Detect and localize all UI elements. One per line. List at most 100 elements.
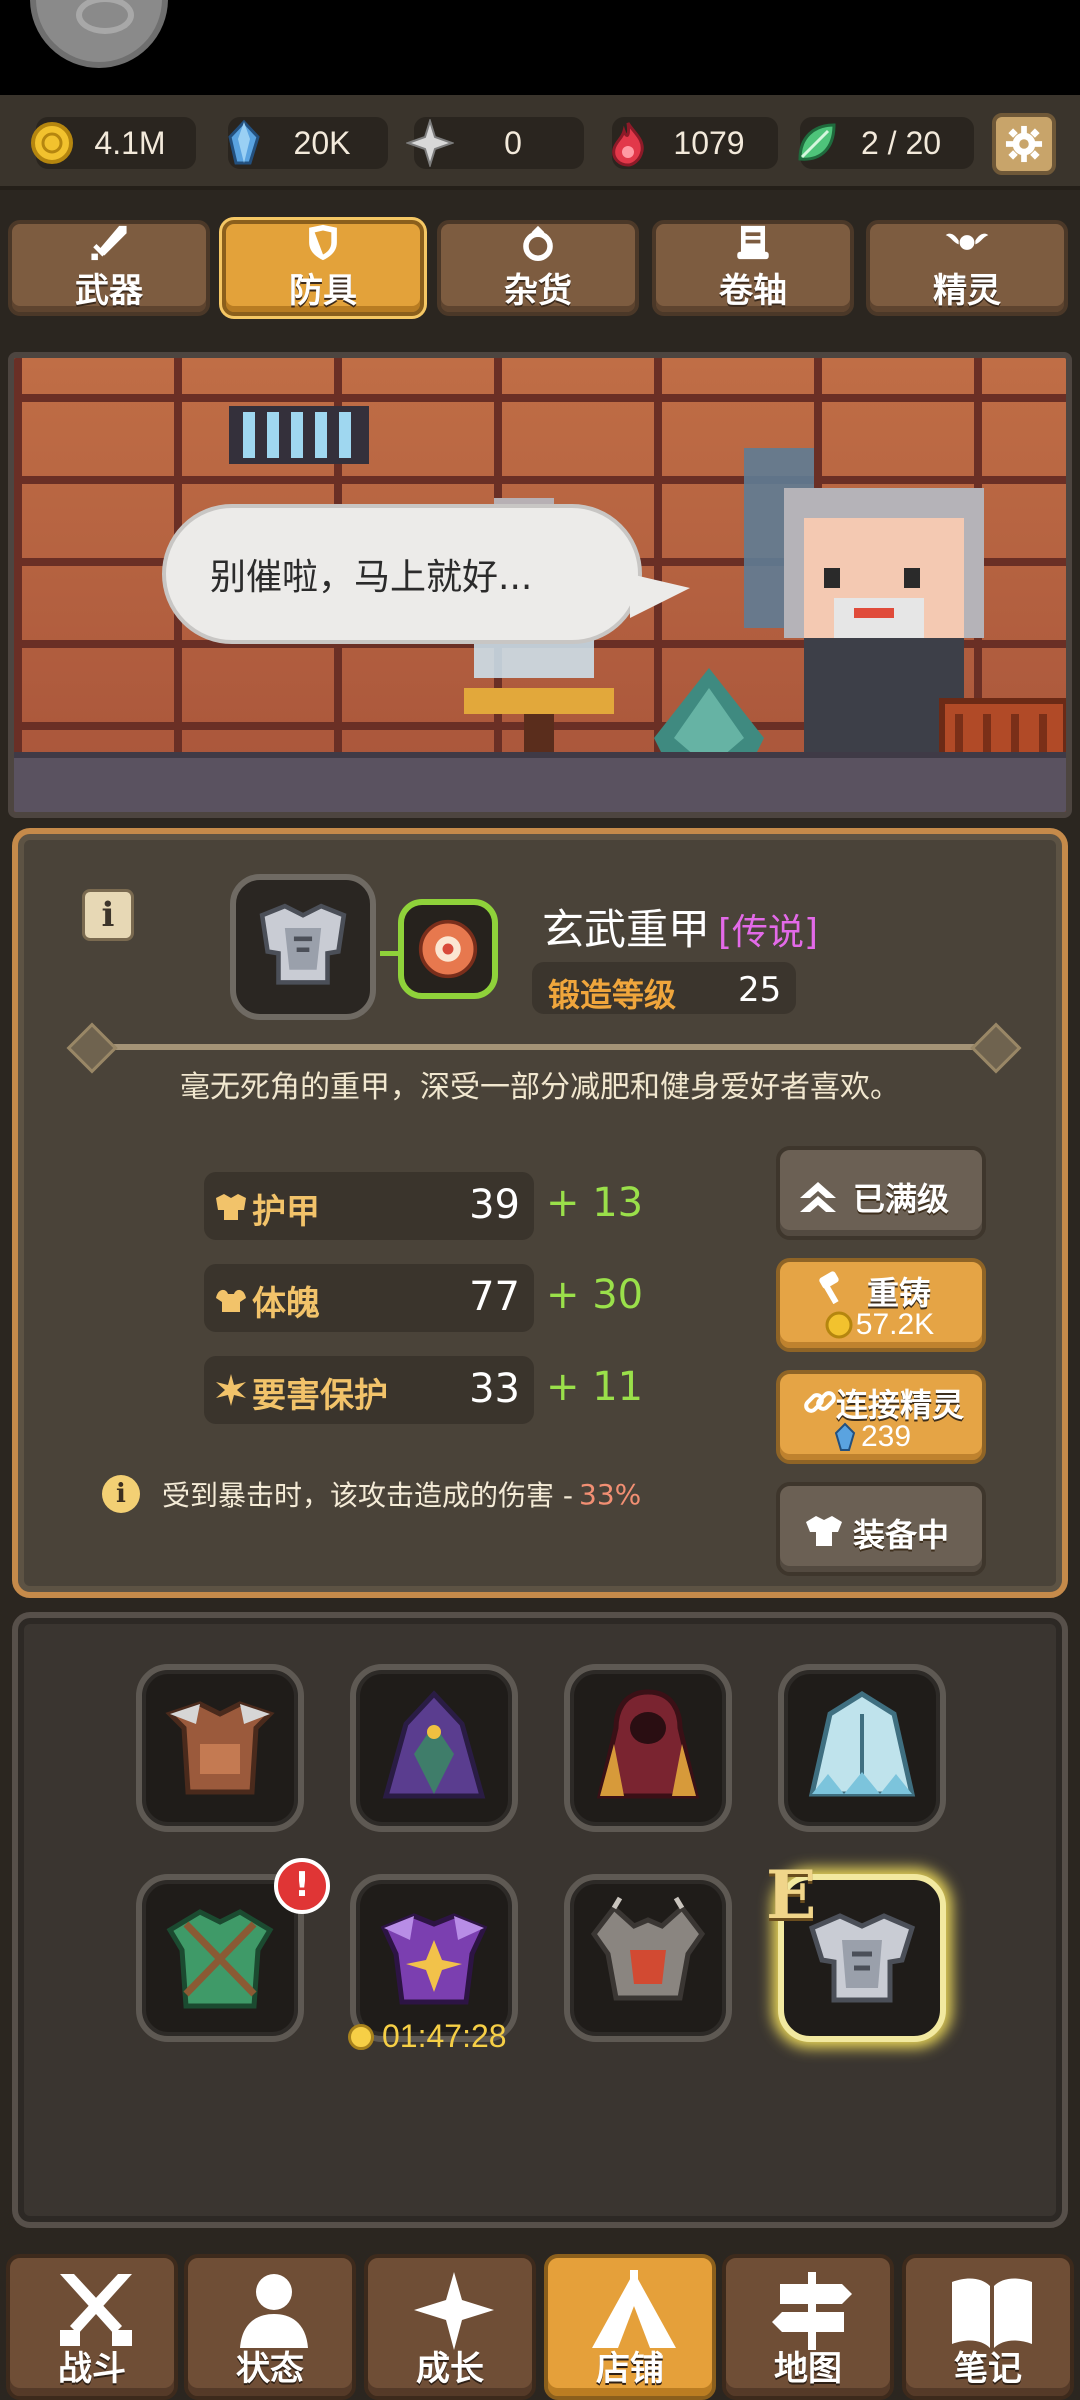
- item-detail-panel: i 玄武重甲 [传说] 锻造等级 25 毫无死角的重甲，深受一部分减肥和健身爱好者…: [12, 828, 1068, 1598]
- inventory-slot[interactable]: [350, 1874, 518, 2042]
- inventory-slot[interactable]: [350, 1664, 518, 1832]
- equipped-marker: E: [766, 1856, 817, 1934]
- nav-battle[interactable]: 战斗: [6, 2254, 178, 2400]
- player-avatar[interactable]: [30, 0, 168, 68]
- book-icon: [952, 2278, 1032, 2348]
- info-circle-icon: i: [102, 1475, 140, 1513]
- tab-scrolls[interactable]: 卷轴: [652, 220, 854, 316]
- crit-reduction-note: i 受到暴击时，该攻击造成的伤害 -33%: [102, 1474, 641, 1514]
- spirit-value: 2 / 20: [860, 124, 942, 161]
- inventory-slot[interactable]: [564, 1874, 732, 2042]
- selected-item-icon[interactable]: [230, 874, 376, 1020]
- ranger-tunic-icon: [166, 1909, 274, 2009]
- stat-base: 39: [469, 1182, 520, 1228]
- stat-name: 护甲: [252, 1192, 320, 1232]
- hooded-cloak-icon: [596, 1689, 700, 1799]
- nav-map[interactable]: 地图: [722, 2254, 894, 2400]
- inventory-slot[interactable]: [136, 1664, 304, 1832]
- max-level-button[interactable]: 已满级: [776, 1146, 986, 1240]
- stat-base: 33: [469, 1366, 520, 1412]
- stopwatch-icon: [348, 2023, 374, 2050]
- crafting-timer: 01:47:28: [348, 2018, 507, 2055]
- person-icon: [240, 2274, 308, 2348]
- linked-spirit-slot[interactable]: [398, 899, 498, 999]
- ring-icon: [523, 225, 553, 261]
- item-title: 玄武重甲 [传说]: [542, 896, 818, 957]
- stat-bonus: + 13: [546, 1180, 644, 1226]
- tab-spirits[interactable]: 精灵: [866, 220, 1068, 316]
- heavy-armor-icon: [259, 903, 347, 985]
- nav-status[interactable]: 状态: [184, 2254, 356, 2400]
- heavy-armor-icon: [808, 1913, 916, 2003]
- gem-counter[interactable]: 20K: [228, 117, 388, 169]
- max-level-label: 已满级: [852, 1180, 949, 1218]
- stat-row-physique: 体魄 77: [204, 1264, 534, 1332]
- tent-icon: [592, 2270, 676, 2348]
- spirit-counter[interactable]: 2 / 20: [798, 117, 974, 169]
- tab-weapons[interactable]: 武器: [8, 220, 210, 316]
- amethyst-breastplate-icon: [380, 1913, 488, 2005]
- stat-row-vital-protection: 要害保护 33: [204, 1356, 534, 1424]
- gold-counter[interactable]: 4.1M: [31, 117, 196, 169]
- new-item-alert-badge: !: [274, 1858, 330, 1914]
- stat-name: 体魄: [252, 1284, 320, 1324]
- nav-shop[interactable]: 店铺: [544, 2254, 716, 2400]
- fire-spirit-icon: [418, 919, 478, 979]
- settings-button[interactable]: [992, 113, 1056, 175]
- tab-label: 防具: [289, 271, 357, 311]
- gold-coin-icon: [31, 122, 73, 164]
- flame-counter[interactable]: 1079: [612, 117, 778, 169]
- flame-value: 1079: [673, 124, 745, 161]
- top-strip: [0, 0, 1080, 95]
- bottom-navigation: 战斗 状态 成长 店铺 地图 笔记: [0, 2240, 1080, 2400]
- tab-goods[interactable]: 杂货: [437, 220, 639, 316]
- burst-stat-icon: [216, 1374, 246, 1406]
- gem-icon: [228, 119, 260, 165]
- star-counter[interactable]: 0: [406, 117, 584, 169]
- tab-label: 武器: [75, 271, 143, 311]
- gear-icon: [1005, 125, 1043, 163]
- gold-coin-icon: [825, 1311, 853, 1339]
- leather-armor-icon: [165, 1701, 275, 1795]
- note-percent: 33%: [579, 1477, 642, 1511]
- tab-armor[interactable]: 防具: [222, 220, 424, 316]
- armor-stat-icon: [216, 1194, 246, 1220]
- reforge-button[interactable]: 重铸 57.2K: [776, 1258, 986, 1352]
- tab-label: 精灵: [933, 271, 1001, 311]
- link-spirit-button[interactable]: 连接精灵 239: [776, 1370, 986, 1464]
- nav-label: 战斗: [58, 2349, 126, 2389]
- gold-value: 4.1M: [94, 124, 166, 161]
- muscle-stat-icon: [216, 1289, 246, 1312]
- inventory-slot[interactable]: [564, 1664, 732, 1832]
- spirit-link-line: [380, 951, 400, 956]
- resource-bar: 4.1M 20K 0 1079 2 / 20: [0, 95, 1080, 190]
- stat-bonus: + 11: [546, 1364, 644, 1410]
- nav-label: 笔记: [954, 2349, 1022, 2389]
- tab-label: 卷轴: [719, 271, 787, 311]
- stat-base: 77: [469, 1274, 520, 1320]
- mage-robe-icon: [382, 1690, 486, 1799]
- item-rarity: [传说]: [718, 912, 819, 953]
- flame-icon: [612, 122, 644, 167]
- equipped-button[interactable]: 装备中: [776, 1482, 986, 1576]
- sparkle-icon: [414, 2272, 494, 2350]
- equipped-label: 装备中: [852, 1516, 949, 1554]
- armor-inventory: ! 01:47:28 E: [12, 1612, 1068, 2228]
- info-button[interactable]: i: [82, 889, 134, 941]
- nav-label: 地图: [774, 2349, 842, 2389]
- speech-bubble: 别催啦，马上就好...: [162, 504, 690, 644]
- ornament-divider: [104, 1044, 984, 1050]
- forge-level-label: 锻造等级: [548, 976, 677, 1014]
- scroll-icon: [737, 225, 769, 260]
- tab-label: 杂货: [504, 271, 572, 311]
- spirit-icon: [945, 233, 989, 250]
- spiked-armor-icon: [590, 1896, 706, 2001]
- inventory-slot[interactable]: [778, 1664, 946, 1832]
- nav-growth[interactable]: 成长: [364, 2254, 536, 2400]
- blacksmith-scene: 别催啦，马上就好...: [8, 352, 1072, 818]
- shield-icon: [309, 224, 337, 261]
- item-description: 毫无死角的重甲，深受一部分减肥和健身爱好者喜欢。: [180, 1070, 900, 1105]
- nav-notes[interactable]: 笔记: [902, 2254, 1074, 2400]
- forge-level-value: 25: [738, 970, 782, 1010]
- ice-robe-icon: [808, 1691, 916, 1797]
